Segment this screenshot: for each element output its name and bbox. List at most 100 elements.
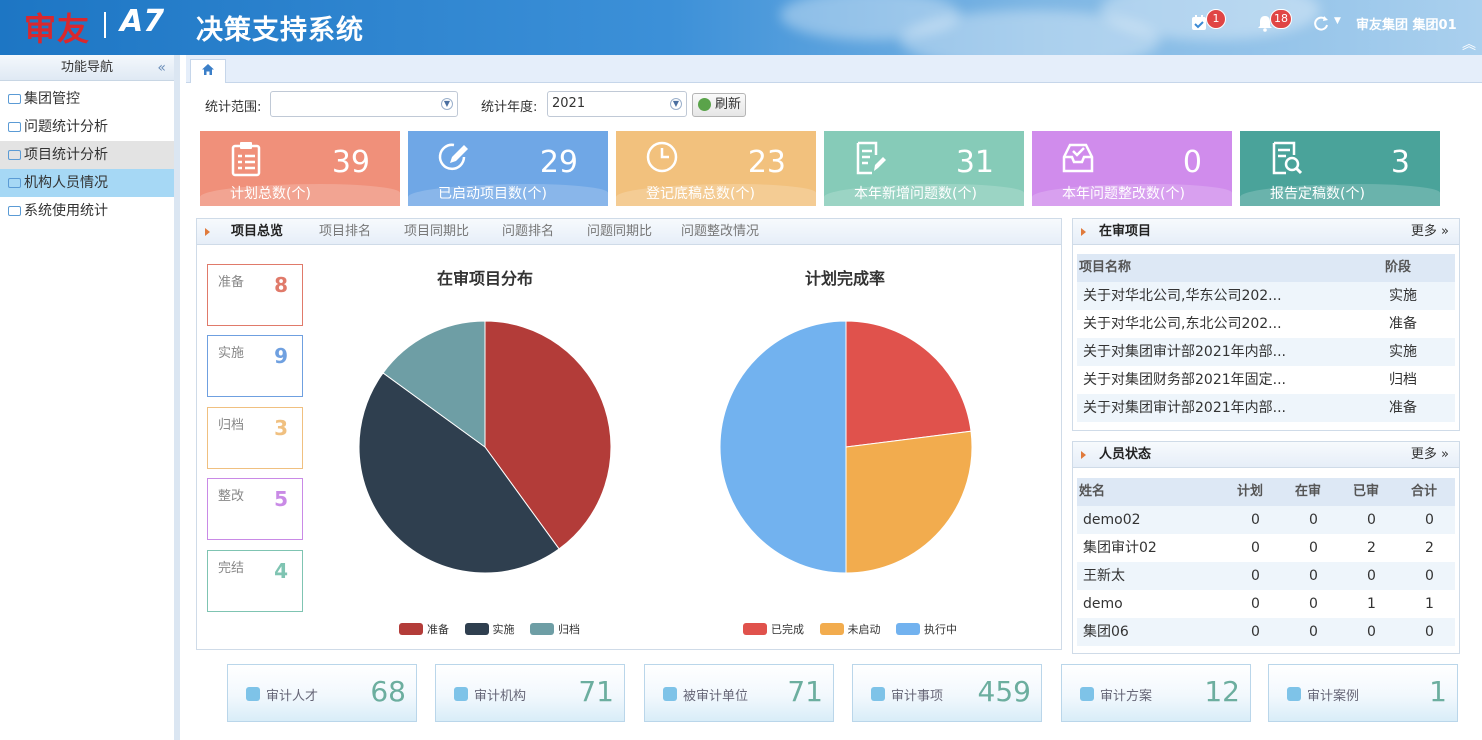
legend-label[interactable]: 归档 bbox=[558, 623, 580, 636]
user-name[interactable]: 审友集团 集团01 bbox=[1356, 14, 1457, 33]
dropdown-caret-icon[interactable]: ▼ bbox=[1334, 16, 1341, 26]
folder-icon bbox=[8, 122, 21, 132]
pie-chart-plan-completion[interactable] bbox=[718, 319, 974, 575]
calendar-badge: 1 bbox=[1206, 9, 1226, 29]
sidebar-item-label: 问题统计分析 bbox=[24, 119, 108, 135]
refresh-icon[interactable] bbox=[1312, 14, 1330, 32]
phase-label: 准备 bbox=[218, 275, 245, 290]
logo-separator bbox=[104, 12, 106, 38]
tab-project-overview[interactable]: 项目总览 bbox=[231, 219, 283, 245]
tab-project-ranking[interactable]: 项目排名 bbox=[319, 219, 371, 245]
table-row[interactable]: 王新太 0 0 0 0 bbox=[1077, 562, 1455, 590]
panel-header: 在审项目 更多 » bbox=[1073, 219, 1459, 245]
phase-value: 5 bbox=[274, 487, 288, 511]
bottom-stat-audit-plans[interactable]: 审计方案 12 bbox=[1061, 664, 1251, 722]
more-link[interactable]: 更多 » bbox=[1411, 442, 1449, 468]
scope-label: 统计范围: bbox=[205, 100, 262, 115]
sidebar-item-usage-stats[interactable]: 系统使用统计 bbox=[0, 197, 174, 225]
overview-tabs: 项目总览 项目排名 项目同期比 问题排名 问题同期比 问题整改情况 bbox=[197, 219, 1061, 245]
stat-card-started-projects[interactable]: 29 已启动项目数(个) bbox=[408, 131, 608, 206]
pie-slice-执行中[interactable] bbox=[719, 320, 847, 574]
collapse-header-icon[interactable]: ︽ bbox=[1462, 34, 1476, 54]
arrow-right-icon bbox=[205, 228, 210, 236]
stat-card-new-issues[interactable]: 31 本年新增问题数(个) bbox=[824, 131, 1024, 206]
phase-card-prepare[interactable]: 准备 8 bbox=[207, 264, 303, 326]
project-stage: 准备 bbox=[1389, 316, 1417, 332]
collapse-sidebar-icon[interactable]: « bbox=[157, 55, 166, 81]
staff-name: 集团06 bbox=[1083, 624, 1129, 640]
more-link[interactable]: 更多 » bbox=[1411, 219, 1449, 245]
legend-label[interactable]: 执行中 bbox=[924, 623, 957, 636]
table-row[interactable]: demo02 0 0 0 0 bbox=[1077, 506, 1455, 534]
bottom-stat-audit-items[interactable]: 审计事项 459 bbox=[852, 664, 1042, 722]
brand-logo: 审友 bbox=[24, 10, 91, 48]
sidebar-item-issue-analysis[interactable]: 问题统计分析 bbox=[0, 113, 174, 141]
layers-icon bbox=[1287, 687, 1301, 701]
chevron-down-icon: ▼ bbox=[670, 98, 682, 110]
bottom-stat-audited-units[interactable]: 被审计单位 71 bbox=[644, 664, 834, 722]
table-row[interactable]: demo 0 0 1 1 bbox=[1077, 590, 1455, 618]
tab-issue-yoy[interactable]: 问题同期比 bbox=[587, 219, 652, 245]
plan-count: 0 bbox=[1251, 568, 1260, 584]
sidebar-item-project-analysis[interactable]: 项目统计分析 bbox=[0, 141, 174, 169]
table-row[interactable]: 集团审计02 0 0 2 2 bbox=[1077, 534, 1455, 562]
refresh-button[interactable]: 刷新 bbox=[692, 93, 746, 117]
tab-bar bbox=[186, 55, 1482, 83]
pie-slice-未启动[interactable] bbox=[845, 430, 973, 574]
chevron-down-icon: ▼ bbox=[441, 98, 453, 110]
legend-label[interactable]: 实施 bbox=[493, 623, 515, 636]
column-header: 计划 bbox=[1237, 484, 1264, 499]
stat-card-rectified-issues[interactable]: 0 本年问题整改数(个) bbox=[1032, 131, 1232, 206]
project-name[interactable]: 关于对华北公司,东北公司202... bbox=[1083, 310, 1282, 338]
staff-name: 集团审计02 bbox=[1083, 540, 1157, 556]
bottom-stat-audit-orgs[interactable]: 审计机构 71 bbox=[435, 664, 625, 722]
pie-slice-已完成[interactable] bbox=[845, 320, 972, 448]
table-row[interactable]: 关于对集团审计部2021年内部... 实施 bbox=[1077, 338, 1455, 366]
phase-card-archive[interactable]: 归档 3 bbox=[207, 407, 303, 469]
tab-issue-rectification[interactable]: 问题整改情况 bbox=[681, 219, 759, 245]
year-select[interactable]: 2021 ▼ bbox=[547, 91, 687, 117]
legend-swatch bbox=[530, 623, 554, 635]
stat-card-workpapers[interactable]: 23 登记底稿总数(个) bbox=[616, 131, 816, 206]
project-name[interactable]: 关于对集团财务部2021年固定... bbox=[1083, 366, 1286, 394]
phase-card-implement[interactable]: 实施 9 bbox=[207, 335, 303, 397]
table-row[interactable]: 集团06 0 0 0 0 bbox=[1077, 618, 1455, 646]
table-row[interactable]: 关于对集团审计部2021年内部... 准备 bbox=[1077, 394, 1455, 422]
stat-card-plans[interactable]: 39 计划总数(个) bbox=[200, 131, 400, 206]
bottom-stat-label: 审计机构 bbox=[474, 689, 527, 704]
bottom-stat-label: 审计人才 bbox=[266, 689, 319, 704]
phase-card-rectify[interactable]: 整改 5 bbox=[207, 478, 303, 540]
inbox-check-icon bbox=[1062, 143, 1094, 173]
project-name[interactable]: 关于对华北公司,华东公司202... bbox=[1083, 282, 1282, 310]
project-name[interactable]: 关于对集团审计部2021年内部... bbox=[1083, 394, 1286, 422]
folder-icon bbox=[8, 150, 21, 160]
clipboard-icon bbox=[231, 142, 261, 177]
year-select-value: 2021 bbox=[552, 96, 586, 111]
stat-card-final-reports[interactable]: 3 报告定稿数(个) bbox=[1240, 131, 1440, 206]
table-row[interactable]: 关于对华北公司,华东公司202... 实施 bbox=[1077, 282, 1455, 310]
table-row[interactable]: 关于对华北公司,东北公司202... 准备 bbox=[1077, 310, 1455, 338]
chart-title-plan-completion: 计划完成率 bbox=[804, 269, 885, 288]
tab-home[interactable] bbox=[190, 59, 226, 83]
sidebar-header: 功能导航 « bbox=[0, 55, 174, 81]
tab-issue-ranking[interactable]: 问题排名 bbox=[502, 219, 554, 245]
legend-label[interactable]: 未启动 bbox=[848, 623, 881, 636]
project-name[interactable]: 关于对集团审计部2021年内部... bbox=[1083, 338, 1286, 366]
tab-project-yoy[interactable]: 项目同期比 bbox=[404, 219, 469, 245]
plan-count: 0 bbox=[1251, 512, 1260, 528]
pie-chart-review-distribution[interactable] bbox=[357, 319, 613, 575]
bar-chart-icon bbox=[663, 687, 677, 701]
phase-card-complete[interactable]: 完结 4 bbox=[207, 550, 303, 612]
scope-select[interactable]: ▼ bbox=[270, 91, 458, 117]
clipboard-icon bbox=[1080, 687, 1094, 701]
staff-status-table: 姓名 计划 在审 已审 合计 demo02 0 0 0 0 集团审计02 0 0… bbox=[1077, 478, 1455, 646]
bottom-stat-audit-cases[interactable]: 审计案例 1 bbox=[1268, 664, 1458, 722]
legend-label[interactable]: 已完成 bbox=[771, 623, 804, 636]
bottom-stat-audit-talent[interactable]: 审计人才 68 bbox=[227, 664, 417, 722]
panel-title: 在审项目 bbox=[1099, 224, 1152, 239]
table-row[interactable]: 关于对集团财务部2021年固定... 归档 bbox=[1077, 366, 1455, 394]
sidebar-item-org-staff[interactable]: 机构人员情况 bbox=[0, 169, 174, 197]
sidebar-item-group-control[interactable]: 集团管控 bbox=[0, 85, 174, 113]
legend-label[interactable]: 准备 bbox=[427, 623, 449, 636]
refresh-button-label: 刷新 bbox=[715, 97, 742, 112]
